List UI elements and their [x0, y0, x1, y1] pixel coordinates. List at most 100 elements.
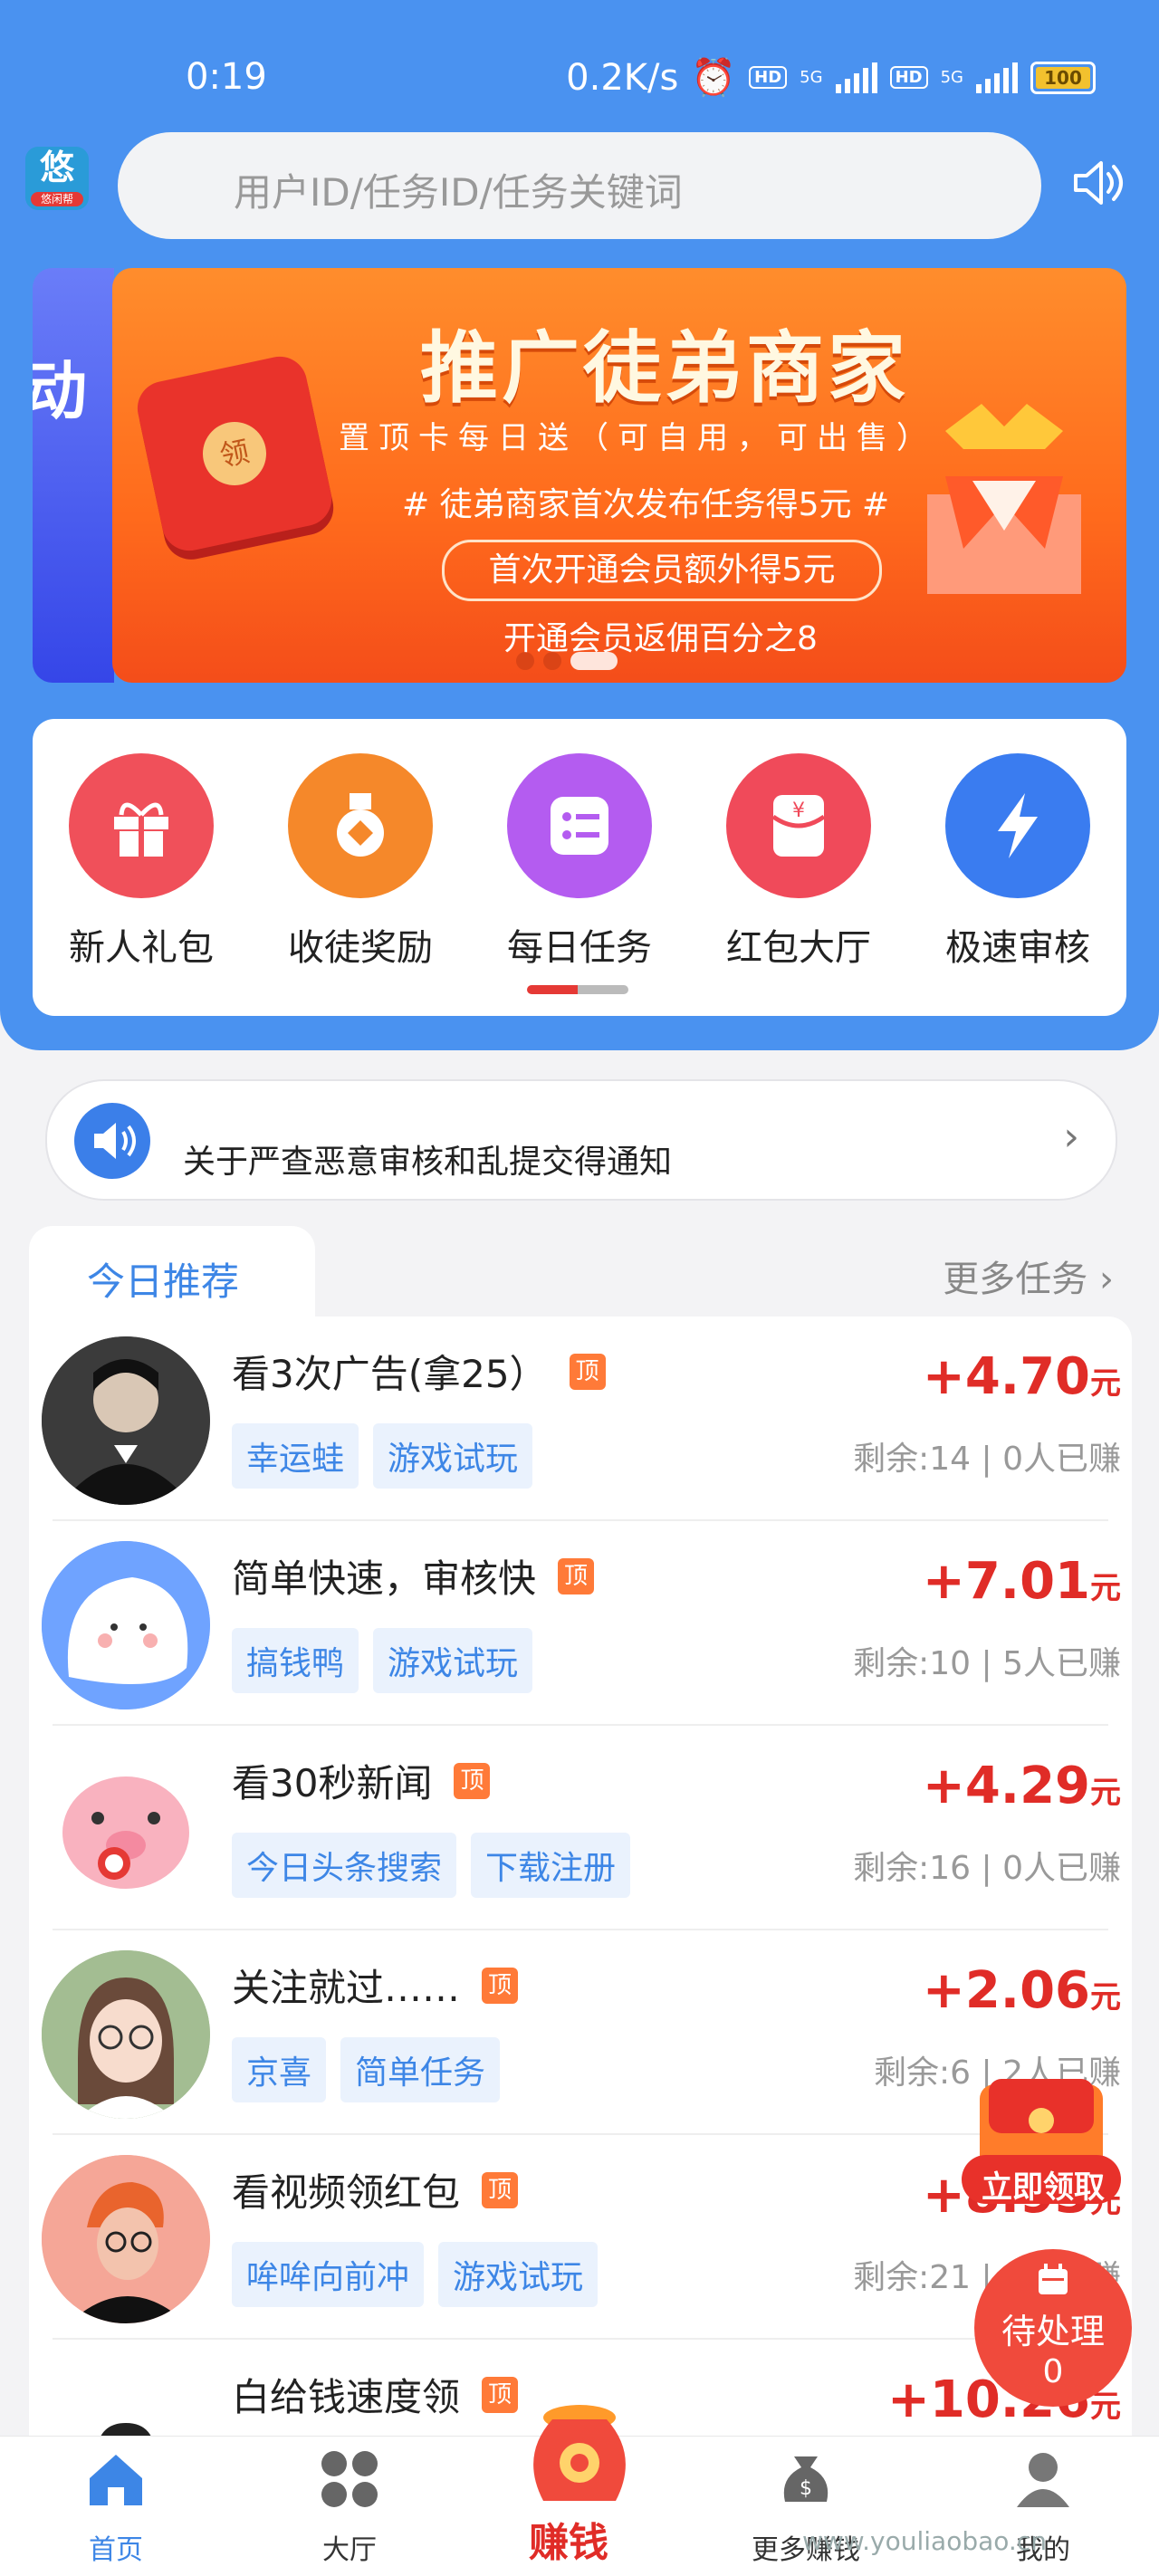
search-placeholder: 用户ID/任务ID/任务关键词: [234, 170, 683, 215]
task-row[interactable]: 看3次广告(拿25） 顶 幸运蛙 游戏试玩 +4.70元 剩余:14 | 0人已赚: [29, 1317, 1132, 1521]
feature-label: 红包大厅: [726, 927, 871, 969]
checklist-icon: [507, 753, 652, 898]
pending-label: 待处理: [1001, 2312, 1105, 2351]
task-reward: +4.70元: [923, 1347, 1121, 1406]
nav-label: 大厅: [322, 2534, 377, 2566]
tab-label: 今日推荐: [87, 1259, 240, 1304]
task-title: 简单快速，审核快: [232, 1556, 537, 1601]
pin-badge: 顶: [482, 2171, 519, 2208]
net-speed: 0.2K/s: [566, 56, 679, 99]
nav-home[interactable]: 首页: [34, 2447, 197, 2567]
task-reward: +7.01元: [923, 1552, 1121, 1611]
search-input[interactable]: 用户ID/任务ID/任务关键词: [118, 132, 1041, 239]
announcement-icon: [74, 1103, 150, 1179]
task-unit: 元: [1090, 1365, 1121, 1402]
watermark: www.youliaobao.cn: [802, 2526, 1047, 2556]
avatar: [42, 1746, 210, 1914]
feature-label: 极速审核: [945, 927, 1090, 969]
feature-daily-tasks[interactable]: 每日任务: [489, 753, 670, 971]
red-envelope-illustration: 领: [132, 351, 337, 556]
feature-label: 新人礼包: [69, 927, 214, 969]
gift-icon: [69, 753, 214, 898]
pin-badge: 顶: [482, 2376, 519, 2413]
coin-bag-icon: $: [783, 2456, 829, 2502]
task-unit: 元: [1090, 1979, 1121, 2016]
pending-count: 0: [1042, 2353, 1064, 2390]
task-tag: 幸运蛙: [232, 1423, 359, 1489]
claim-label: 立即领取: [982, 2169, 1105, 2206]
banner-line1: # 徒弟商家首次发布任务得5元 #: [402, 486, 890, 523]
home-icon: [90, 2455, 142, 2505]
pin-badge: 顶: [569, 1353, 606, 1390]
envelope-coin: 领: [196, 416, 273, 492]
task-row[interactable]: 简单快速，审核快顶 搞钱鸭 游戏试玩 +7.01元 剩余:10 | 5人已赚: [29, 1521, 1132, 1726]
nav-earn-label[interactable]: 赚钱: [529, 2510, 608, 2568]
battery-icon: 100: [1030, 61, 1096, 94]
pin-badge: 顶: [558, 1557, 595, 1594]
task-title: 关注就过……: [232, 1966, 461, 2010]
task-tag: 游戏试玩: [373, 1423, 533, 1489]
task-meta: 剩余:10 | 5人已赚: [853, 1645, 1121, 1682]
signal-icon-2: [976, 62, 1018, 93]
feature-card: 新人礼包 收徒奖励 每日任务 ¥ 红包大厅 极速审核: [33, 719, 1126, 1016]
speaker-icon[interactable]: [1068, 154, 1126, 212]
notice-bar[interactable]: 关于严查恶意审核和乱提交得通知 ›: [45, 1079, 1117, 1201]
feature-new-gift[interactable]: 新人礼包: [51, 753, 232, 971]
status-time: 0:19: [186, 56, 267, 98]
hd-badge-2: HD: [889, 66, 928, 89]
task-price: +4.29: [922, 1757, 1090, 1815]
task-tag: 游戏试玩: [373, 1628, 533, 1693]
svg-text:¥: ¥: [792, 800, 805, 822]
logo-mark: 悠: [39, 148, 74, 187]
task-row[interactable]: 看30秒新闻顶 今日头条搜索 下载注册 +4.29元 剩余:16 | 0人已赚: [29, 1726, 1132, 1930]
grid-icon: [321, 2451, 378, 2507]
pin-badge: 顶: [454, 1762, 491, 1799]
task-unit: 元: [1090, 1570, 1121, 1606]
net-type-1: 5G: [800, 68, 823, 87]
banner-prev-slide[interactable]: 动: [33, 268, 114, 683]
pending-button[interactable]: 待处理 0: [974, 2249, 1132, 2407]
task-reward: +2.06元: [923, 1961, 1121, 2020]
feature-label: 收徒奖励: [288, 927, 433, 969]
user-icon: [1017, 2453, 1069, 2507]
more-tasks-link[interactable]: 更多任务 ›: [943, 1250, 1114, 1302]
task-tag: 哞哞向前冲: [232, 2242, 425, 2307]
task-tag: 简单任务: [340, 2037, 501, 2102]
task-title: 看30秒新闻: [232, 1761, 433, 1805]
task-tag: 游戏试玩: [438, 2242, 599, 2307]
nav-hall[interactable]: 大厅: [268, 2447, 431, 2567]
calendar-icon: [1039, 2264, 1068, 2294]
task-reward: +4.29元: [923, 1757, 1121, 1815]
feature-fast-review[interactable]: 极速审核: [927, 753, 1108, 971]
task-tag: 搞钱鸭: [232, 1628, 359, 1693]
task-title: 看视频领红包: [232, 2170, 461, 2215]
promo-banner[interactable]: 领 推广徒弟商家 置顶卡每日送（可自用，可出售） # 徒弟商家首次发布任务得5元…: [112, 268, 1126, 683]
pin-badge: 顶: [482, 1967, 519, 2004]
tab-today-recommend[interactable]: 今日推荐: [29, 1226, 315, 1326]
task-unit: 元: [1090, 1775, 1121, 1811]
avatar: [42, 1336, 210, 1505]
battery-level: 100: [1036, 66, 1090, 89]
feature-apprentice-reward[interactable]: 收徒奖励: [270, 753, 451, 971]
feature-red-envelope-hall[interactable]: ¥ 红包大厅: [708, 753, 889, 971]
task-meta: 剩余:16 | 0人已赚: [853, 1850, 1121, 1887]
task-title: 白给钱速度领: [232, 2375, 461, 2419]
claim-red-packet-button[interactable]: 立即领取: [962, 2075, 1121, 2211]
app-logo[interactable]: 悠 悠闲帮: [25, 147, 89, 210]
task-price: +4.70: [922, 1347, 1090, 1406]
chevron-right-icon: ›: [1063, 1114, 1079, 1160]
banner-subtitle: 置顶卡每日送（可自用，可出售）: [339, 420, 936, 456]
red-envelope-icon: ¥: [726, 753, 871, 898]
lightning-icon: [945, 753, 1090, 898]
notice-text: 关于严查恶意审核和乱提交得通知: [183, 1144, 673, 1181]
logo-sub: 悠闲帮: [31, 192, 83, 206]
avatar: [42, 2155, 210, 2323]
task-meta: 剩余:14 | 0人已赚: [853, 1441, 1121, 1478]
medal-icon: [288, 753, 433, 898]
task-list: 看3次广告(拿25）顶 幸运蛙 游戏试玩 +4.70元 剩余:14 | 0人已赚 …: [29, 1317, 1132, 2494]
signal-icon: [835, 62, 877, 93]
task-price: +7.01: [922, 1552, 1090, 1611]
svg-text:$: $: [800, 2477, 812, 2500]
feature-label: 每日任务: [507, 927, 652, 969]
banner-prev-text: 动: [33, 354, 87, 428]
